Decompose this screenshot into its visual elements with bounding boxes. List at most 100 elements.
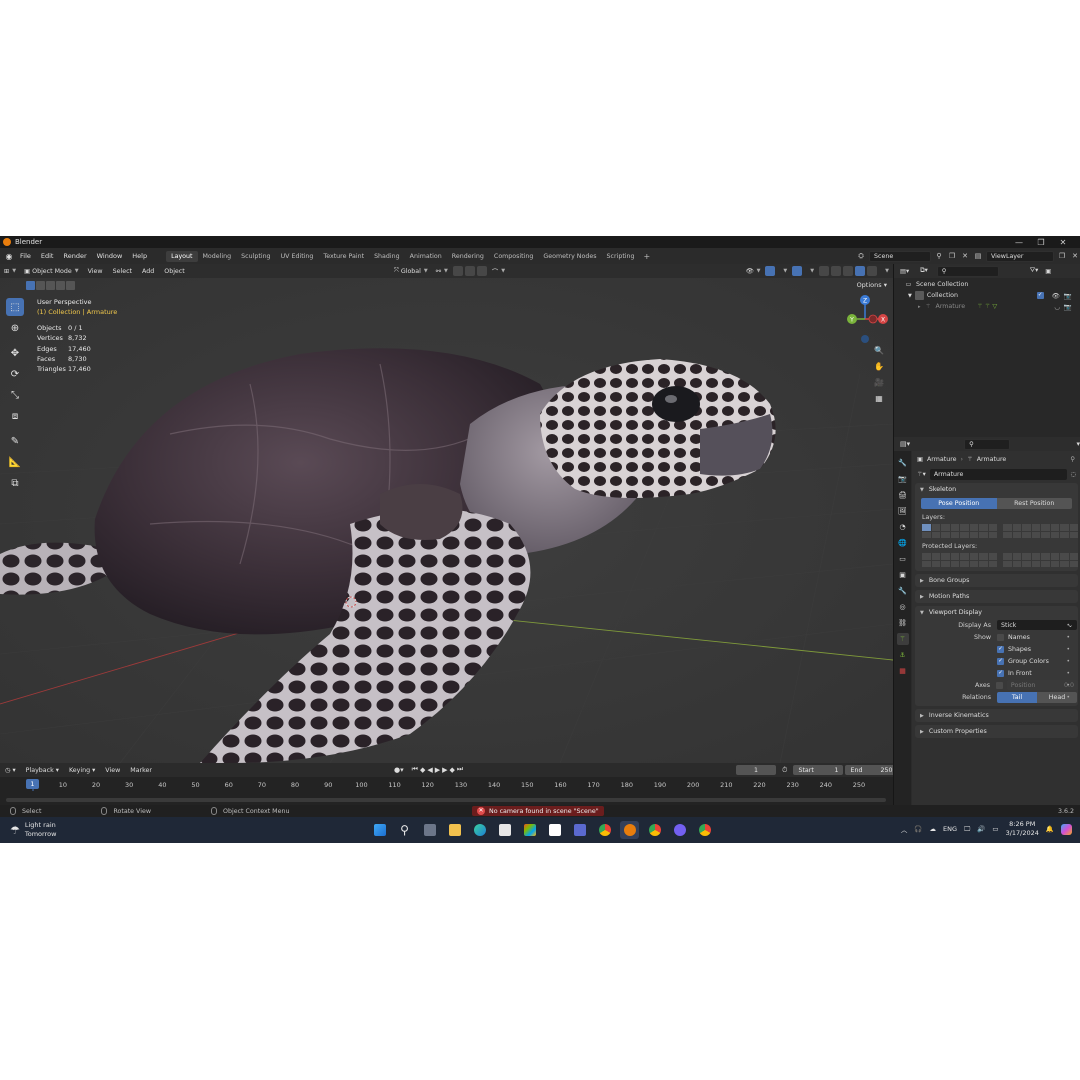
weather-widget[interactable]: ☂ Light rain Tomorrow: [10, 821, 56, 839]
microsoft-store-icon[interactable]: [520, 821, 539, 839]
current-frame-field[interactable]: 1: [736, 765, 776, 775]
axes-checkbox[interactable]: [996, 681, 1003, 689]
shading-dropdown[interactable]: ▼: [878, 268, 893, 274]
tab-uv-editing[interactable]: UV Editing: [276, 251, 319, 262]
render-tab-icon[interactable]: 📷: [897, 473, 909, 485]
data-name-field[interactable]: Armature: [929, 469, 1067, 480]
new-scene-icon[interactable]: ❐: [947, 251, 957, 261]
clock[interactable]: 8:26 PM 3/17/2024: [1006, 820, 1039, 838]
layer-block-left[interactable]: [922, 524, 997, 538]
jump-start-icon[interactable]: ⏮: [412, 765, 420, 774]
outliner-row-scene-collection[interactable]: ▭ Scene Collection: [894, 279, 1080, 290]
display-mode-icon[interactable]: ⧉▾: [920, 267, 928, 275]
warning-report[interactable]: ✕ No camera found in scene "Scene": [472, 806, 604, 816]
animate-dot-icon[interactable]: •: [1066, 622, 1070, 629]
perspective-grid-icon[interactable]: ▦: [873, 392, 885, 404]
scale-tool-icon[interactable]: ⤡: [6, 386, 24, 404]
stopwatch-icon[interactable]: ⏱: [782, 766, 787, 775]
select-box-tool-icon[interactable]: ⬚: [6, 298, 24, 316]
xray-toggle-icon[interactable]: [819, 266, 830, 276]
measure-tool-icon[interactable]: 📐: [6, 453, 24, 471]
scene-icon[interactable]: ⛭: [856, 251, 866, 261]
edge-browser-icon[interactable]: [470, 821, 489, 839]
display-as-select[interactable]: Stick ⌄: [997, 620, 1077, 630]
head-button[interactable]: Head: [1037, 691, 1077, 703]
pin-icon[interactable]: ⚲: [1070, 456, 1075, 463]
camera-view-icon[interactable]: 🎥: [873, 376, 885, 388]
delete-view-layer-icon[interactable]: ✕: [1070, 251, 1080, 261]
annotate-tool-icon[interactable]: ✎: [6, 432, 24, 450]
animate-dot-icon[interactable]: •: [1066, 646, 1070, 653]
show-hidden-icons-icon[interactable]: ︿: [901, 824, 908, 834]
close-icon[interactable]: ✕: [1052, 238, 1074, 247]
menu-help[interactable]: Help: [127, 252, 152, 260]
exclude-checkbox[interactable]: ✓: [1036, 291, 1044, 299]
render-camera-icon[interactable]: 📷: [1064, 292, 1072, 300]
object-tab-icon[interactable]: ▣: [897, 569, 909, 581]
properties-options-icon[interactable]: ▾: [1076, 440, 1080, 448]
timeline-menu-view[interactable]: View: [100, 767, 125, 774]
timeline-menu-marker[interactable]: Marker: [125, 767, 157, 774]
blender-taskbar-icon[interactable]: [620, 821, 639, 839]
select-mode-extend-icon[interactable]: [36, 281, 45, 290]
app-generic-icon[interactable]: [570, 821, 589, 839]
menu-render[interactable]: Render: [58, 252, 91, 260]
properties-search-input[interactable]: ⚲: [964, 438, 1011, 450]
protected-block-left[interactable]: [922, 553, 997, 567]
chrome-icon[interactable]: [595, 821, 614, 839]
viewport-menu-select[interactable]: Select: [108, 268, 137, 275]
shading-wireframe-icon[interactable]: [831, 266, 842, 276]
collection-tab-icon[interactable]: ▭: [897, 553, 909, 565]
gizmo-toggle-icon[interactable]: [765, 266, 776, 276]
overlay-toggle-icon[interactable]: [792, 266, 803, 276]
add-workspace-button[interactable]: +: [640, 252, 655, 261]
start-windows-icon[interactable]: [370, 821, 389, 839]
search-icon[interactable]: ⚲: [395, 821, 414, 839]
end-frame-field[interactable]: End 250: [845, 765, 898, 775]
physics-tab-icon[interactable]: ◎: [897, 601, 909, 613]
copilot-icon[interactable]: [1061, 823, 1072, 835]
proportional-falloff-dropdown[interactable]: ⌒ ▼: [488, 267, 509, 276]
phone-link-icon[interactable]: 🎧: [914, 825, 922, 833]
maximize-icon[interactable]: ❐: [1030, 238, 1052, 247]
3d-viewport[interactable]: ⊞ ▼ ▣ Object Mode ▼ View Select Add Object…: [0, 264, 893, 763]
world-tab-icon[interactable]: 🌐: [897, 537, 909, 549]
select-mode-new-icon[interactable]: [26, 281, 35, 290]
panel-custom-properties[interactable]: ▶ Custom Properties: [915, 725, 1078, 738]
view-layer-tab-icon[interactable]: 🖼: [897, 505, 909, 517]
menu-file[interactable]: File: [15, 252, 36, 260]
proportional-edit-icon[interactable]: [476, 266, 487, 276]
timeline-ruler[interactable]: 10 20 30 40 50 60 70 80 90 100 110 120 130 140 150 160 1…: [0, 777, 893, 791]
tab-texture-paint[interactable]: Texture Paint: [318, 251, 369, 262]
tab-geometry-nodes[interactable]: Geometry Nodes: [538, 251, 601, 262]
viber-icon[interactable]: [670, 821, 689, 839]
tool-tab-icon[interactable]: 🔧: [897, 457, 909, 469]
play-icon[interactable]: ▶: [435, 766, 442, 774]
timeline-scrollbar[interactable]: [6, 798, 886, 802]
view-layer-icon[interactable]: ▤: [973, 251, 983, 261]
viewport-menu-add[interactable]: Add: [137, 268, 159, 275]
add-cube-tool-icon[interactable]: ⧉: [6, 474, 24, 492]
panel-skeleton-header[interactable]: ▼ Skeleton: [915, 483, 1078, 496]
snap-settings-icon[interactable]: [464, 266, 475, 276]
tab-animation[interactable]: Animation: [405, 251, 447, 262]
panel-inverse-kinematics[interactable]: ▶ Inverse Kinematics: [915, 709, 1078, 722]
animate-dot-icon[interactable]: •: [1066, 694, 1070, 701]
expand-arrow-icon[interactable]: ▸: [918, 304, 921, 310]
new-view-layer-icon[interactable]: ❐: [1057, 251, 1067, 261]
fake-user-icon[interactable]: ◌: [1071, 471, 1077, 478]
names-checkbox[interactable]: [997, 633, 1004, 641]
animate-dot-icon[interactable]: •: [1066, 682, 1070, 689]
modifier-tab-icon[interactable]: 🔧: [897, 585, 909, 597]
animate-dot-icon[interactable]: •: [1066, 658, 1070, 665]
volume-icon[interactable]: 🔊: [977, 825, 985, 833]
outliner-row-collection[interactable]: ▼ Collection ✓ 👁 📷: [894, 290, 1080, 301]
tab-sculpting[interactable]: Sculpting: [236, 251, 275, 262]
file-explorer-icon[interactable]: [445, 821, 464, 839]
visibility-dropdown[interactable]: 👁 ▼: [742, 267, 765, 275]
in-front-checkbox[interactable]: ✓: [997, 669, 1004, 677]
next-key-icon[interactable]: ▶◆: [442, 766, 457, 774]
chrome-canary-icon[interactable]: [695, 821, 714, 839]
scene-field[interactable]: Scene: [869, 250, 931, 262]
visibility-eye-icon[interactable]: 👁: [1052, 292, 1060, 300]
